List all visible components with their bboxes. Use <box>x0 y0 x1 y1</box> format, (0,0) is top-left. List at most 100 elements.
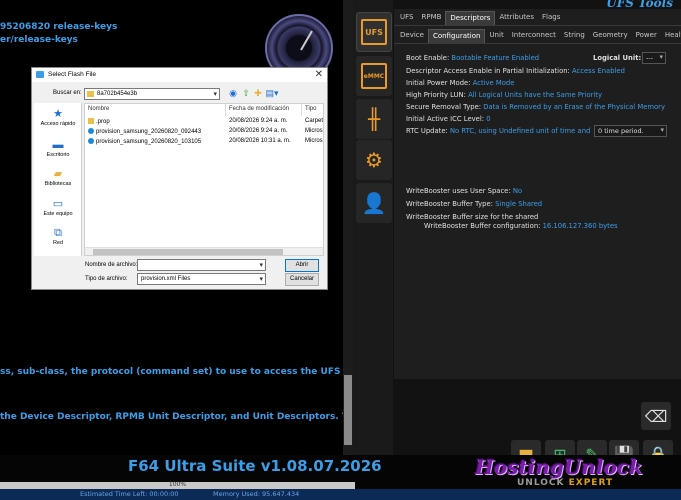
rtc-update-row: RTC Update: No RTC, using Undefined unit… <box>406 127 591 135</box>
divider <box>394 25 681 26</box>
dialog-titlebar: Select Flash File ✕ <box>32 68 327 82</box>
desktop-icon: ▬ <box>52 139 64 151</box>
wb-user-space-row: WriteBooster uses User Space: No <box>406 187 523 195</box>
log-line: 95206820 release-keys <box>0 22 118 32</box>
column-name[interactable]: Nombre <box>88 106 109 112</box>
tab-configuration[interactable]: Configuration <box>427 29 486 43</box>
tab-unit[interactable]: Unit <box>485 29 507 43</box>
place-quick-access[interactable]: ★ Acceso rápido <box>34 108 82 127</box>
column-separator <box>225 104 226 116</box>
view-menu-icon[interactable]: ▤▾ <box>265 88 279 98</box>
up-folder-icon[interactable]: ⇧ <box>241 88 251 98</box>
tab-attributes[interactable]: Attributes <box>495 11 538 25</box>
file-row[interactable]: .prop 20/08/2026 9:24 a. m. Carpet <box>85 117 323 127</box>
scrollbar-thumb[interactable] <box>93 249 283 255</box>
brand-subtitle: UNLOCK EXPERT <box>517 478 614 488</box>
progress-bar: 100% <box>0 481 355 489</box>
logical-unit-label: Logical Unit: <box>593 54 642 62</box>
filename-input[interactable] <box>137 259 266 271</box>
tab-power[interactable]: Power <box>632 29 661 43</box>
ufs-chip-icon: UFS <box>361 19 387 45</box>
libraries-icon: ▰ <box>53 168 63 180</box>
tools-pane: UFS eMMC ╫ ⚙ 👤 UFS Tools UFS RPMB Descri… <box>353 0 681 468</box>
brand-logo: HostingUnlock <box>475 455 643 479</box>
scrollbar-thumb[interactable] <box>344 375 352 445</box>
place-libraries[interactable]: ▰ Bibliotecas <box>34 168 82 187</box>
folder-icon <box>87 91 94 97</box>
tab-flags[interactable]: Flags <box>538 11 564 25</box>
descriptor-access-row: Descriptor Access Enable in Partial Init… <box>406 67 625 75</box>
divider <box>394 43 681 44</box>
logical-unit-select[interactable]: --- <box>642 52 666 64</box>
descriptor-panel: UFS RPMB Descriptors Attributes Flags De… <box>394 9 681 379</box>
select-flash-file-dialog: Select Flash File ✕ Buscar en: 8a702b454… <box>31 67 328 290</box>
network-icon: ⧉ <box>54 227 62 239</box>
tool-column: UFS eMMC ╫ ⚙ 👤 <box>353 0 393 455</box>
memory-used-label: Memory Used: 95.647.434 <box>213 490 300 498</box>
chip-pins-icon: ╫ <box>367 107 381 131</box>
tab-ufs[interactable]: UFS <box>396 11 417 25</box>
column-date[interactable]: Fecha de modificación <box>229 106 289 112</box>
estimated-time-label: Estimated Time Left: 00:00:00 <box>80 490 179 498</box>
place-network[interactable]: ⧉ Red <box>34 227 82 246</box>
file-row[interactable]: provision_samsung_20260820_092443 20/08/… <box>85 127 323 137</box>
eraser-button[interactable]: ⌫ <box>641 402 671 430</box>
high-priority-lun-row: High Priority LUN: All Logical Units hav… <box>406 91 602 99</box>
log-line: er/release-keys <box>0 35 78 45</box>
tab-geometry[interactable]: Geometry <box>589 29 632 43</box>
place-desktop[interactable]: ▬ Escritorio <box>34 139 82 158</box>
back-icon[interactable]: ◉ <box>228 88 238 98</box>
chip-pins-tool-button[interactable]: ╫ <box>356 99 392 139</box>
filetype-select[interactable]: provision.xml Files <box>137 273 266 285</box>
cancel-button[interactable]: Cancelar <box>285 273 319 286</box>
edge-file-icon <box>88 128 94 134</box>
tab-health[interactable]: Health <box>661 29 681 43</box>
initial-power-mode-row: Initial Power Mode: Active Mode <box>406 79 515 87</box>
computer-icon: ▭ <box>52 198 64 210</box>
gear-tool-button[interactable]: ⚙ <box>356 140 392 180</box>
secure-removal-row: Secure Removal Type: Data is Removed by … <box>406 103 666 111</box>
lookin-label: Buscar en: <box>53 90 82 96</box>
tab-string[interactable]: String <box>560 29 589 43</box>
lookin-select[interactable]: 8a702b454e3b <box>84 88 220 100</box>
column-separator <box>301 104 302 116</box>
filename-label: Nombre de archivo: <box>85 262 138 268</box>
status-bar: Estimated Time Left: 00:00:00 Memory Use… <box>0 489 681 500</box>
tab-device[interactable]: Device <box>396 29 428 43</box>
dialog-title: Select Flash File <box>48 71 97 78</box>
emmc-tool-button[interactable]: eMMC <box>356 56 392 96</box>
wb-buffer-type-row: WriteBooster Buffer Type: Single Shared <box>406 200 543 208</box>
filetype-label: Tipo de archivo: <box>85 276 128 282</box>
open-button[interactable]: Abrir <box>285 259 319 272</box>
log-line: ss, sub-class, the protocol (command set… <box>0 367 343 377</box>
footer: F64 Ultra Suite v1.08.07.2026 100% Hosti… <box>0 455 681 500</box>
user-icon: 👤 <box>361 191 387 215</box>
place-this-pc[interactable]: ▭ Este equipo <box>34 198 82 217</box>
ufs-tool-button[interactable]: UFS <box>356 12 392 52</box>
rtc-period-select[interactable]: 0 time period. <box>594 125 667 137</box>
sub-tabs: Device Configuration Unit Interconnect S… <box>396 29 681 43</box>
log-line: the Device Descriptor, RPMB Unit Descrip… <box>0 412 343 422</box>
suite-title: F64 Ultra Suite v1.08.07.2026 <box>128 457 382 475</box>
horizontal-scrollbar[interactable] <box>85 247 323 255</box>
new-folder-icon[interactable]: ✚ <box>253 88 263 98</box>
column-type[interactable]: Tipo <box>305 106 316 112</box>
file-list: Nombre Fecha de modificación Tipo .prop … <box>84 103 324 256</box>
tab-rpmb[interactable]: RPMB <box>417 11 445 25</box>
progress-label: 100% <box>168 481 187 488</box>
star-icon: ★ <box>53 108 63 120</box>
eraser-icon: ⌫ <box>644 406 668 426</box>
tab-interconnect[interactable]: Interconnect <box>508 29 560 43</box>
file-row[interactable]: provision_samsung_20260820_103105 20/08/… <box>85 137 323 147</box>
places-bar: ★ Acceso rápido ▬ Escritorio ▰ Bibliotecas … <box>34 103 82 256</box>
wb-buffer-config-row: WriteBooster Buffer configuration: 16.10… <box>424 222 618 230</box>
emmc-chip-icon: eMMC <box>361 63 387 89</box>
wb-buffer-size-row: WriteBooster Buffer size for the shared <box>406 213 539 221</box>
main-tabs: UFS RPMB Descriptors Attributes Flags <box>396 11 564 25</box>
user-tool-button[interactable]: 👤 <box>356 183 392 223</box>
tab-descriptors[interactable]: Descriptors <box>445 11 496 25</box>
close-icon[interactable]: ✕ <box>315 69 323 80</box>
log-scrollbar[interactable] <box>343 0 353 455</box>
folder-icon <box>88 118 94 124</box>
edge-file-icon <box>88 138 94 144</box>
